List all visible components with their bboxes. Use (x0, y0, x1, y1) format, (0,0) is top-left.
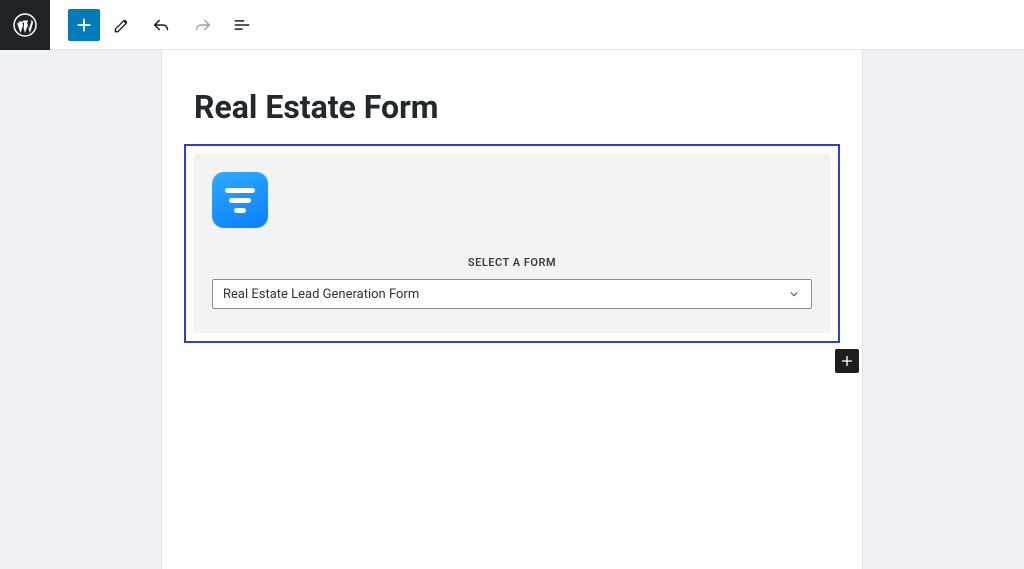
icon-bar (234, 208, 246, 213)
editor-page: Real Estate Form SELECT A FORM Real Esta… (162, 50, 862, 569)
outline-icon (232, 15, 252, 35)
block-wrapper: SELECT A FORM Real Estate Lead Generatio… (162, 144, 862, 343)
form-select-dropdown[interactable]: Real Estate Lead Generation Form (212, 279, 812, 309)
form-select-value: Real Estate Lead Generation Form (223, 287, 419, 302)
plus-icon (74, 15, 94, 35)
add-block-button[interactable] (68, 9, 100, 41)
select-form-label: SELECT A FORM (212, 256, 812, 269)
edit-tool-button[interactable] (104, 7, 140, 43)
toolbar-buttons-group (50, 7, 260, 43)
plus-icon (838, 352, 856, 370)
document-outline-button[interactable] (224, 7, 260, 43)
post-title[interactable]: Real Estate Form (162, 88, 862, 144)
undo-button[interactable] (144, 7, 180, 43)
editor-toolbar (0, 0, 1024, 50)
wordpress-logo-button[interactable] (0, 0, 50, 50)
editor-canvas: Real Estate Form SELECT A FORM Real Esta… (0, 50, 1024, 569)
fluent-forms-icon (212, 172, 268, 228)
chevron-down-icon (787, 287, 801, 301)
icon-bar (225, 188, 255, 193)
fluent-form-block[interactable]: SELECT A FORM Real Estate Lead Generatio… (184, 144, 840, 343)
form-block-inner: SELECT A FORM Real Estate Lead Generatio… (194, 154, 830, 333)
icon-bar (229, 198, 251, 203)
redo-button[interactable] (184, 7, 220, 43)
wordpress-icon (13, 13, 37, 37)
pencil-icon (112, 15, 132, 35)
redo-icon (191, 14, 213, 36)
add-block-below-button[interactable] (835, 349, 859, 373)
undo-icon (151, 14, 173, 36)
